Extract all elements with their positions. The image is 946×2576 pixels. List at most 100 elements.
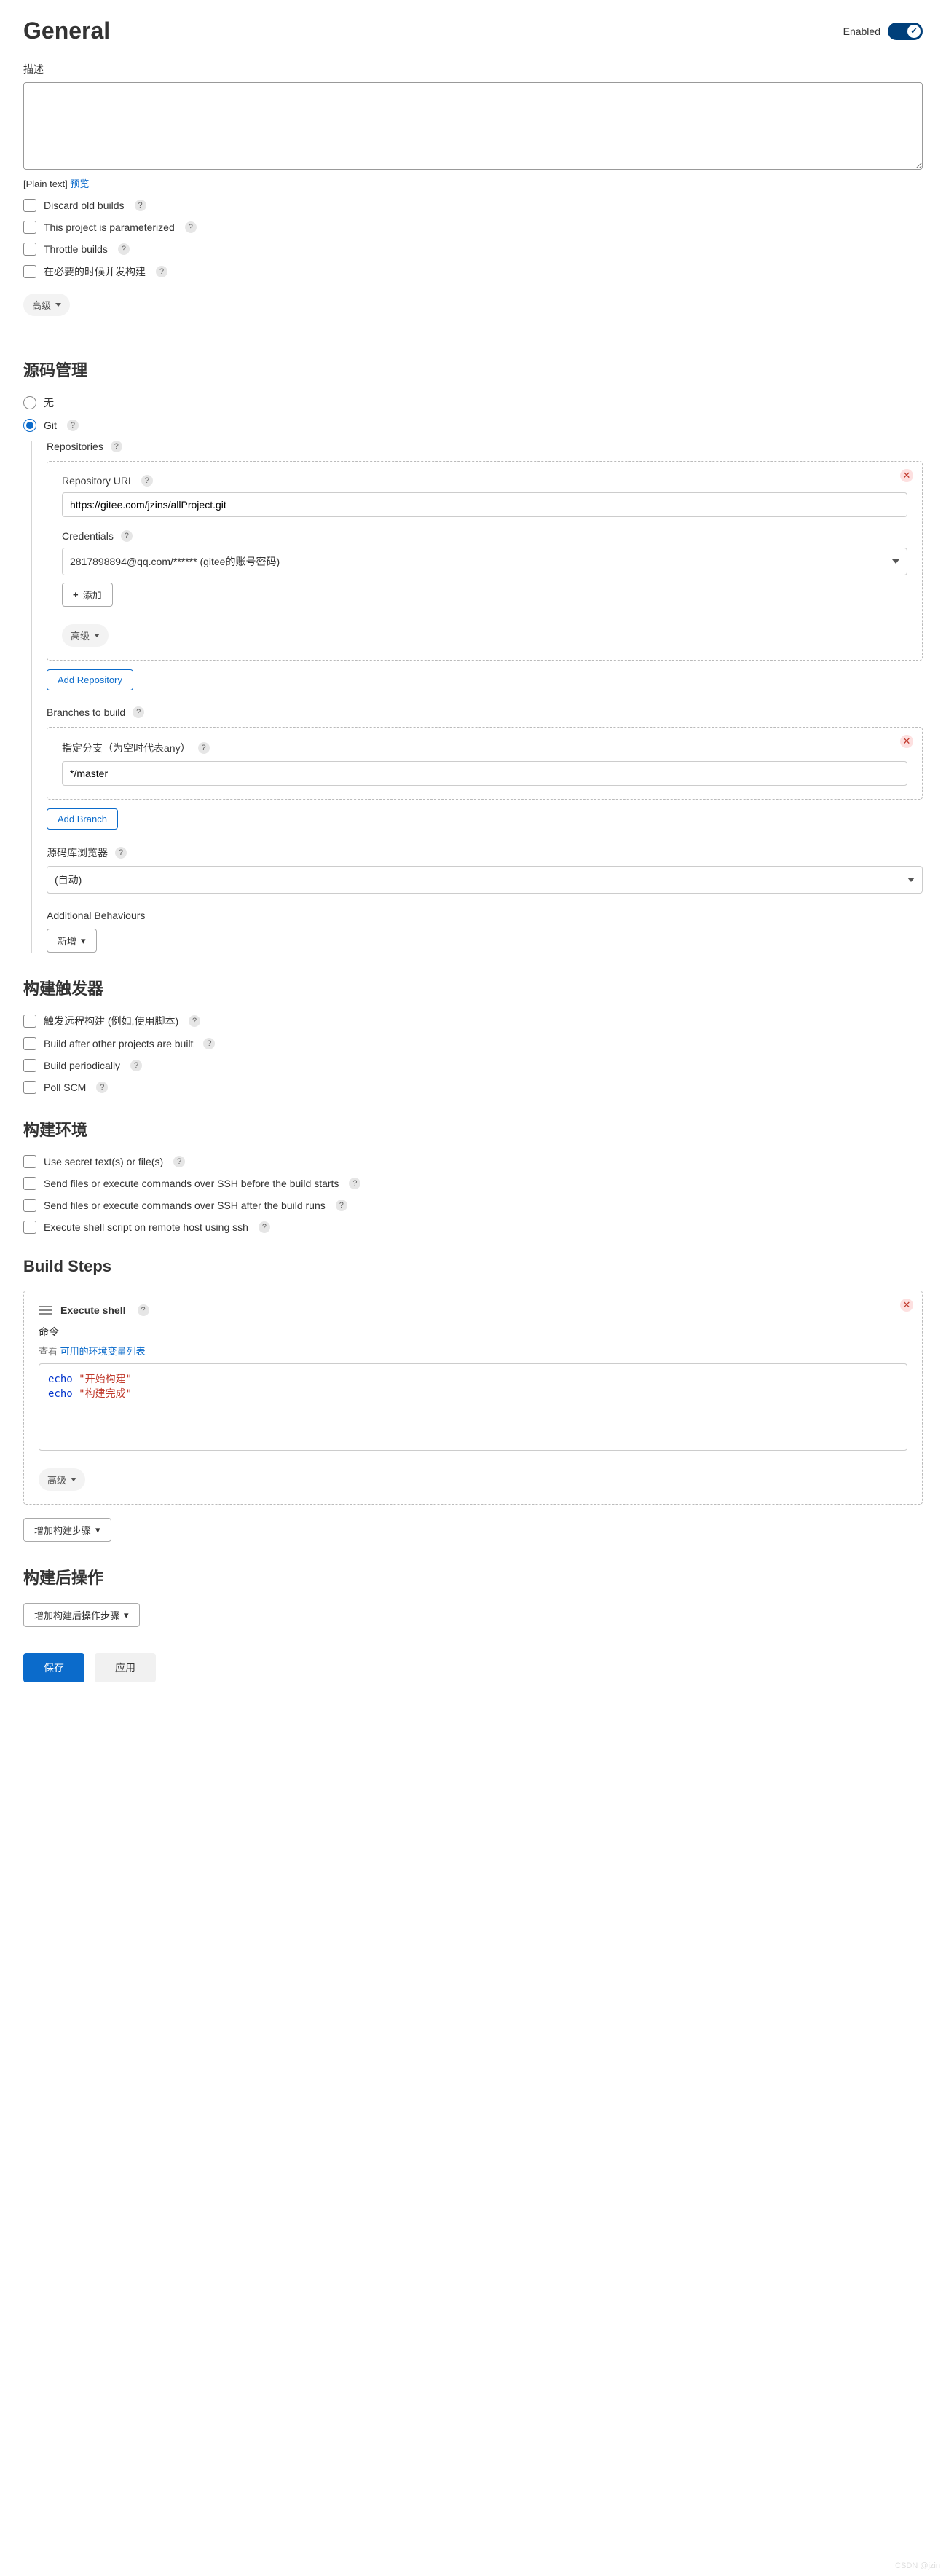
enabled-toggle[interactable] <box>888 23 923 40</box>
env-secret-label: Use secret text(s) or file(s) <box>44 1156 163 1167</box>
help-icon[interactable]: ? <box>130 1060 142 1071</box>
general-advanced-button[interactable]: 高级 <box>23 294 70 316</box>
credentials-select[interactable]: 2817898894@qq.com/****** (gitee的账号密码) <box>62 548 907 575</box>
credentials-value: 2817898894@qq.com/****** (gitee的账号密码) <box>70 554 280 569</box>
description-textarea[interactable] <box>23 82 923 170</box>
command-label: 命令 <box>39 1325 907 1339</box>
shell-command-textarea[interactable]: echo "开始构建"echo "构建完成" <box>39 1363 907 1451</box>
branch-spec-label: 指定分支（为空时代表any） <box>62 741 191 755</box>
add-branch-button[interactable]: Add Branch <box>47 808 118 830</box>
scm-heading: 源码管理 <box>23 358 923 381</box>
add-post-step-button[interactable]: 增加构建后操作步骤 ▾ <box>23 1603 140 1627</box>
concurrent-label: 在必要的时候并发构建 <box>44 264 146 279</box>
env-secret-checkbox[interactable] <box>23 1155 36 1168</box>
scm-none-radio[interactable] <box>23 396 36 409</box>
repo-url-label: Repository URL <box>62 475 134 487</box>
chevron-down-icon: ▾ <box>124 1610 129 1621</box>
discard-old-builds-checkbox[interactable] <box>23 199 36 212</box>
help-icon[interactable]: ? <box>133 706 144 718</box>
discard-old-builds-label: Discard old builds <box>44 200 125 211</box>
repo-browser-value: (自动) <box>55 873 82 887</box>
env-vars-link[interactable]: 可用的环境变量列表 <box>60 1346 146 1357</box>
branch-block: ✕ 指定分支（为空时代表any）? <box>47 727 923 800</box>
env-ssh-after-checkbox[interactable] <box>23 1199 36 1212</box>
additional-behaviours-label: Additional Behaviours <box>47 910 923 921</box>
lookup-prefix: 查看 <box>39 1346 60 1357</box>
credentials-label: Credentials <box>62 530 114 542</box>
help-icon[interactable]: ? <box>135 200 146 211</box>
trigger-periodic-checkbox[interactable] <box>23 1059 36 1072</box>
help-icon[interactable]: ? <box>141 475 153 487</box>
apply-button[interactable]: 应用 <box>95 1653 156 1682</box>
help-icon[interactable]: ? <box>156 266 167 277</box>
repositories-label: Repositories <box>47 441 103 452</box>
help-icon[interactable]: ? <box>173 1156 185 1167</box>
help-icon[interactable]: ? <box>198 742 210 754</box>
help-icon[interactable]: ? <box>111 441 122 452</box>
help-icon[interactable]: ? <box>138 1304 149 1316</box>
watermark-text: CSDN @jzin <box>895 2561 940 2570</box>
preview-link[interactable]: 预览 <box>70 178 89 189</box>
description-label: 描述 <box>23 62 923 76</box>
remove-repo-button[interactable]: ✕ <box>900 469 913 482</box>
branches-label: Branches to build <box>47 706 125 718</box>
trigger-after-checkbox[interactable] <box>23 1037 36 1050</box>
save-button[interactable]: 保存 <box>23 1653 84 1682</box>
help-icon[interactable]: ? <box>259 1221 270 1233</box>
add-credentials-label: 添加 <box>83 588 102 602</box>
add-build-step-label: 增加构建步骤 <box>34 1523 91 1537</box>
enabled-label: Enabled <box>843 25 880 37</box>
help-icon[interactable]: ? <box>115 847 127 859</box>
env-ssh-after-label: Send files or execute commands over SSH … <box>44 1200 326 1211</box>
help-icon[interactable]: ? <box>203 1038 215 1049</box>
remove-step-button[interactable]: ✕ <box>900 1299 913 1312</box>
env-heading: 构建环境 <box>23 1117 923 1141</box>
add-behaviour-button[interactable]: 新增 ▾ <box>47 929 97 953</box>
scm-git-label: Git <box>44 420 57 431</box>
post-heading: 构建后操作 <box>23 1565 923 1588</box>
build-heading: Build Steps <box>23 1257 923 1276</box>
env-ssh-before-label: Send files or execute commands over SSH … <box>44 1178 339 1189</box>
scm-git-radio[interactable] <box>23 419 36 432</box>
build-step-block: ✕ Execute shell ? 命令 查看 可用的环境变量列表 echo "… <box>23 1291 923 1505</box>
throttle-label: Throttle builds <box>44 243 108 255</box>
trigger-remote-label: 触发远程构建 (例如,使用脚本) <box>44 1014 178 1028</box>
help-icon[interactable]: ? <box>96 1082 108 1093</box>
page-title: General <box>23 17 110 44</box>
concurrent-checkbox[interactable] <box>23 265 36 278</box>
trigger-poll-label: Poll SCM <box>44 1082 86 1093</box>
help-icon[interactable]: ? <box>67 420 79 431</box>
help-icon[interactable]: ? <box>349 1178 360 1189</box>
help-icon[interactable]: ? <box>121 530 133 542</box>
add-repository-button[interactable]: Add Repository <box>47 669 133 690</box>
chevron-down-icon: ▾ <box>81 935 86 947</box>
repo-browser-select[interactable]: (自动) <box>47 866 923 894</box>
parameterized-label: This project is parameterized <box>44 221 175 233</box>
repo-advanced-button[interactable]: 高级 <box>62 624 109 647</box>
help-icon[interactable]: ? <box>189 1015 200 1027</box>
env-ssh-before-checkbox[interactable] <box>23 1177 36 1190</box>
step-advanced-button[interactable]: 高级 <box>39 1468 85 1491</box>
format-label: [Plain text] <box>23 178 70 189</box>
add-credentials-button[interactable]: +添加 <box>62 583 113 607</box>
help-icon[interactable]: ? <box>118 243 130 255</box>
env-remote-shell-label: Execute shell script on remote host usin… <box>44 1221 248 1233</box>
trigger-after-label: Build after other projects are built <box>44 1038 193 1049</box>
scm-none-label: 无 <box>44 395 54 410</box>
help-icon[interactable]: ? <box>336 1200 347 1211</box>
repo-url-input[interactable] <box>62 492 907 517</box>
throttle-checkbox[interactable] <box>23 243 36 256</box>
trigger-remote-checkbox[interactable] <box>23 1015 36 1028</box>
chevron-down-icon: ▾ <box>95 1524 100 1536</box>
env-remote-shell-checkbox[interactable] <box>23 1221 36 1234</box>
drag-handle-icon[interactable] <box>39 1306 52 1315</box>
remove-branch-button[interactable]: ✕ <box>900 735 913 748</box>
trigger-periodic-label: Build periodically <box>44 1060 120 1071</box>
branch-input[interactable] <box>62 761 907 786</box>
help-icon[interactable]: ? <box>185 221 197 233</box>
parameterized-checkbox[interactable] <box>23 221 36 234</box>
trigger-poll-checkbox[interactable] <box>23 1081 36 1094</box>
add-build-step-button[interactable]: 增加构建步骤 ▾ <box>23 1518 111 1542</box>
repository-block: ✕ Repository URL? Credentials? 281789889… <box>47 461 923 661</box>
add-behaviour-label: 新增 <box>58 934 76 948</box>
